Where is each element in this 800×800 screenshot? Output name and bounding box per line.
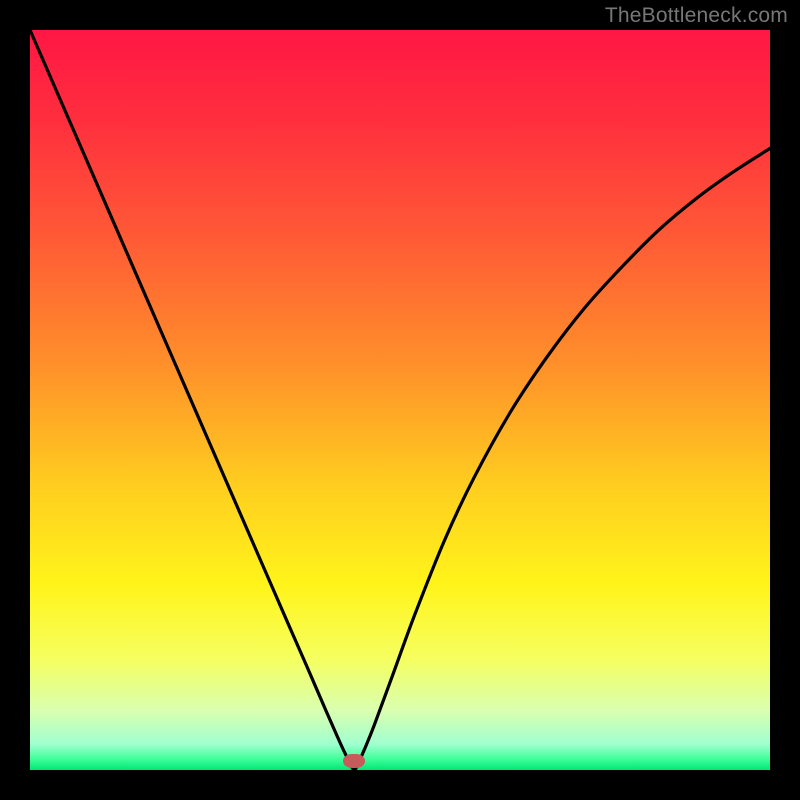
watermark-text: TheBottleneck.com — [605, 4, 788, 28]
curve-line — [30, 30, 770, 770]
plot-area — [30, 30, 770, 770]
chart-frame: TheBottleneck.com — [0, 0, 800, 800]
minimum-marker — [343, 754, 365, 768]
